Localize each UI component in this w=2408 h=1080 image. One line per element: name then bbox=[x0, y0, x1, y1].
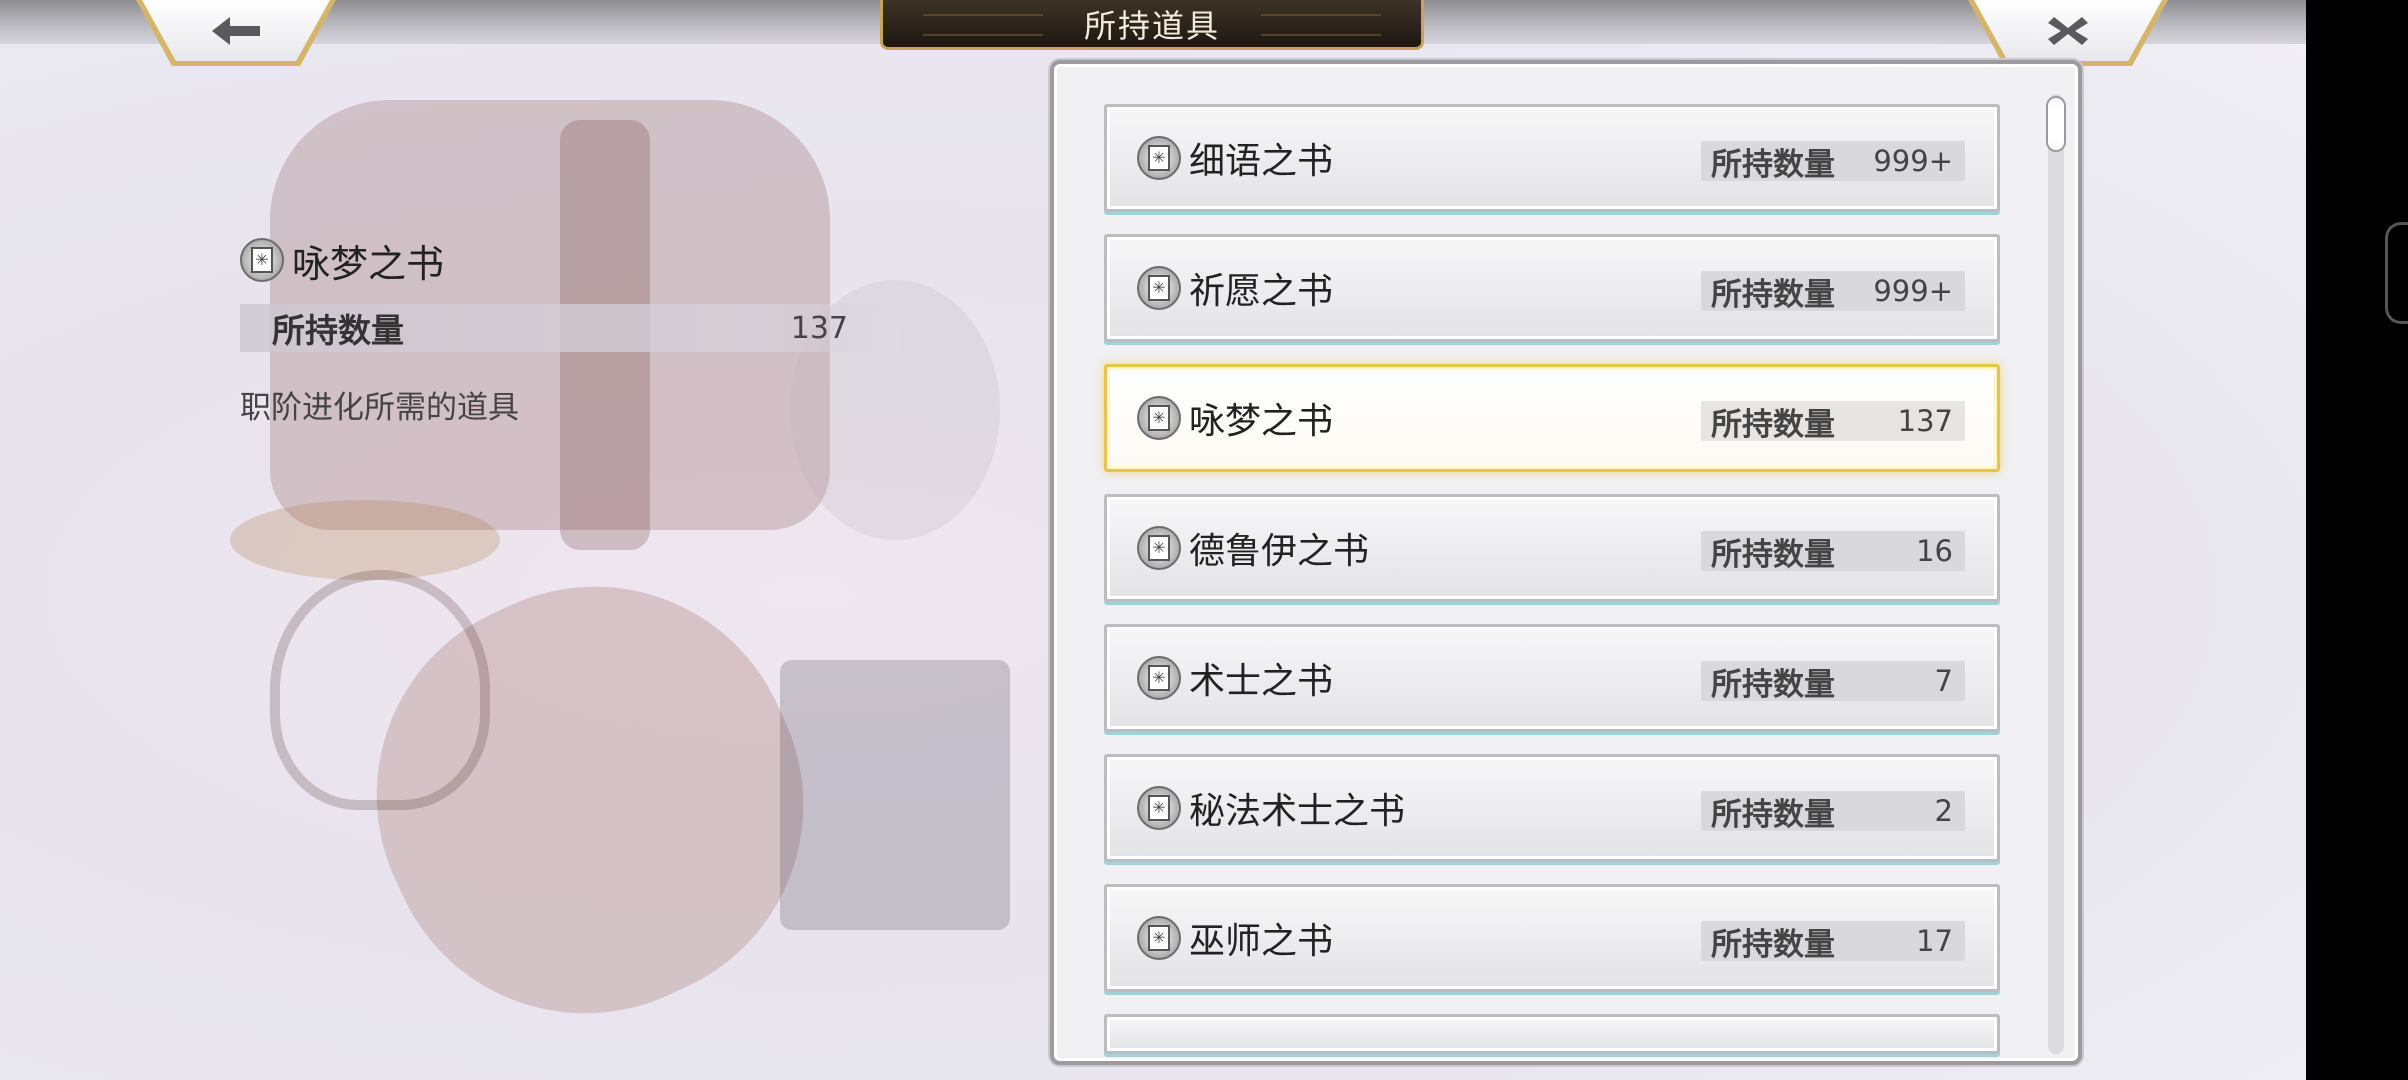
item-name: 祈愿之书 bbox=[1189, 271, 1334, 312]
item-name: 秘法术士之书 bbox=[1189, 791, 1406, 832]
item-list-panel: ✳ 细语之书 所持数量 999+ ✳ 祈愿之书 所持数量 999+ ✳ 咏梦之书 bbox=[1050, 60, 2082, 1065]
item-count-value: 16 bbox=[1916, 534, 1953, 568]
item-name: 巫师之书 bbox=[1189, 921, 1334, 962]
detail-count-bar: 所持数量 137 bbox=[240, 304, 900, 352]
detail-title-row: ✳ 咏梦之书 bbox=[240, 230, 900, 290]
arrow-left-icon bbox=[212, 16, 260, 45]
item-detail-panel: ✳ 咏梦之书 所持数量 137 职阶进化所需的道具 bbox=[240, 230, 900, 427]
item-count-label: 所持数量 bbox=[1711, 666, 1835, 703]
book-icon: ✳ bbox=[1137, 266, 1181, 310]
title-ornament-left bbox=[923, 14, 1043, 36]
item-count-label: 所持数量 bbox=[1711, 146, 1835, 183]
item-count-label: 所持数量 bbox=[1711, 406, 1835, 443]
item-count-badge: 所持数量 7 bbox=[1701, 661, 1965, 703]
item-list: ✳ 细语之书 所持数量 999+ ✳ 祈愿之书 所持数量 999+ ✳ 咏梦之书 bbox=[1104, 104, 2004, 1061]
scrollbar[interactable] bbox=[2046, 94, 2066, 1054]
list-item[interactable]: ✳ 祈愿之书 所持数量 999+ bbox=[1104, 234, 2000, 342]
item-name: 咏梦之书 bbox=[1189, 401, 1334, 442]
item-count-label: 所持数量 bbox=[1711, 276, 1835, 313]
item-count-badge: 所持数量 999+ bbox=[1701, 141, 1965, 183]
item-count-badge: 所持数量 17 bbox=[1701, 921, 1965, 963]
book-icon: ✳ bbox=[1137, 786, 1181, 830]
book-icon: ✳ bbox=[1137, 396, 1181, 440]
list-item[interactable]: ✳ 术士之书 所持数量 7 bbox=[1104, 624, 2000, 732]
detail-description: 职阶进化所需的道具 bbox=[240, 390, 519, 426]
scrollbar-thumb[interactable] bbox=[2046, 96, 2066, 152]
item-count-badge: 所持数量 137 bbox=[1701, 401, 1965, 443]
item-name: 细语之书 bbox=[1189, 141, 1334, 182]
list-item[interactable]: ✳ 巫师之书 所持数量 17 bbox=[1104, 884, 2000, 992]
list-item[interactable]: ✳ 细语之书 所持数量 999+ bbox=[1104, 104, 2000, 212]
close-button[interactable] bbox=[1968, 0, 2168, 66]
list-item-partial[interactable] bbox=[1104, 1014, 2000, 1054]
item-count-value: 137 bbox=[1897, 404, 1953, 438]
item-count-badge: 所持数量 999+ bbox=[1701, 271, 1965, 313]
back-button[interactable] bbox=[136, 0, 336, 66]
item-count-value: 999+ bbox=[1873, 274, 1953, 308]
book-icon: ✳ bbox=[240, 238, 284, 282]
device-edge-bar bbox=[2306, 0, 2408, 1080]
item-count-value: 7 bbox=[1934, 664, 1953, 698]
detail-count-value: 137 bbox=[790, 310, 848, 346]
item-count-label: 所持数量 bbox=[1711, 536, 1835, 573]
book-icon: ✳ bbox=[1137, 916, 1181, 960]
item-name: 术士之书 bbox=[1189, 661, 1334, 702]
page-title: 所持道具 bbox=[1083, 6, 1220, 45]
item-count-label: 所持数量 bbox=[1711, 796, 1835, 833]
title-ornament-right bbox=[1261, 14, 1381, 36]
book-icon: ✳ bbox=[1137, 526, 1181, 570]
detail-item-name: 咏梦之书 bbox=[292, 241, 445, 286]
list-item-selected[interactable]: ✳ 咏梦之书 所持数量 137 bbox=[1104, 364, 2000, 472]
book-icon: ✳ bbox=[1137, 656, 1181, 700]
inventory-screen: 所持道具 ✳ 咏梦之书 所持数量 137 职阶进化所需的道具 ✳ 细语之书 所持… bbox=[0, 0, 2306, 1080]
item-count-value: 2 bbox=[1934, 794, 1953, 828]
item-name: 德鲁伊之书 bbox=[1189, 531, 1370, 572]
item-count-label: 所持数量 bbox=[1711, 926, 1835, 963]
list-item[interactable]: ✳ 秘法术士之书 所持数量 2 bbox=[1104, 754, 2000, 862]
detail-count-label: 所持数量 bbox=[272, 311, 404, 350]
close-x-icon bbox=[2048, 16, 2088, 45]
list-item[interactable]: ✳ 德鲁伊之书 所持数量 16 bbox=[1104, 494, 2000, 602]
background-lantern-illustration bbox=[270, 570, 490, 810]
title-plate: 所持道具 bbox=[880, 0, 1424, 50]
book-icon: ✳ bbox=[1137, 136, 1181, 180]
device-notch bbox=[2385, 222, 2408, 324]
item-count-value: 17 bbox=[1916, 924, 1953, 958]
item-count-badge: 所持数量 16 bbox=[1701, 531, 1965, 573]
item-count-badge: 所持数量 2 bbox=[1701, 791, 1965, 833]
item-count-value: 999+ bbox=[1873, 144, 1953, 178]
background-books-illustration bbox=[780, 660, 1010, 930]
background-lantern-top bbox=[230, 500, 500, 580]
